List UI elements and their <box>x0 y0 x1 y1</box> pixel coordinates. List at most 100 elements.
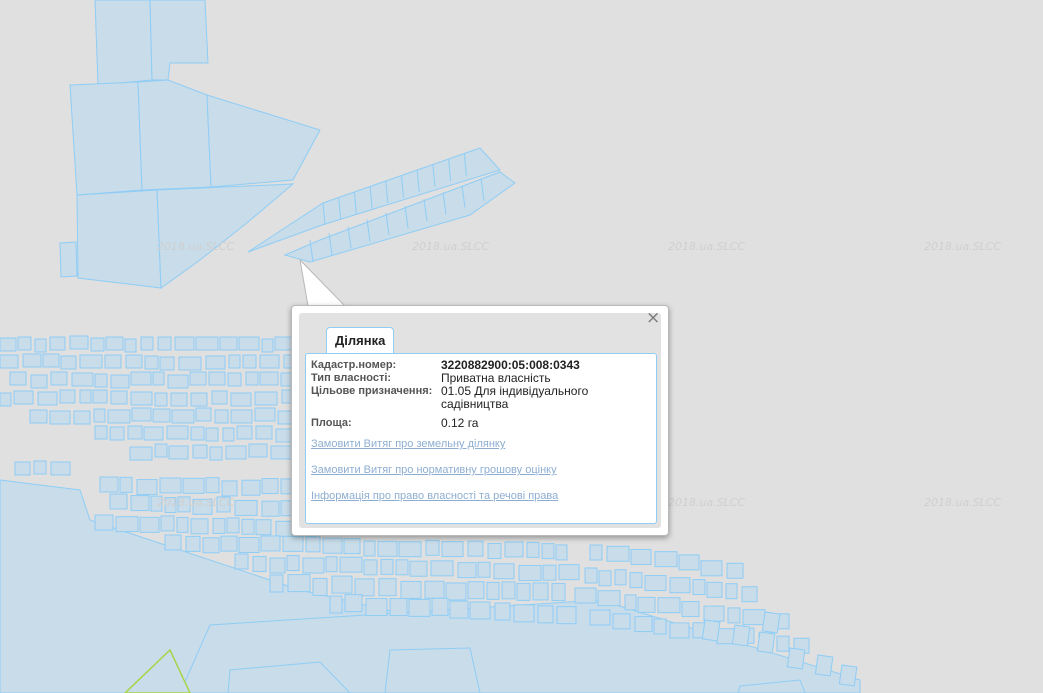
parcel[interactable] <box>305 536 321 553</box>
parcel[interactable] <box>159 477 182 494</box>
parcel[interactable] <box>629 572 643 589</box>
parcel[interactable] <box>182 477 205 494</box>
parcel[interactable] <box>0 337 17 352</box>
parcel[interactable] <box>238 336 260 351</box>
parcel[interactable] <box>614 569 627 586</box>
parcel[interactable] <box>282 535 304 552</box>
parcel[interactable] <box>584 567 598 584</box>
tab-parcel[interactable]: Ділянка <box>326 327 395 353</box>
parcel[interactable] <box>395 559 409 576</box>
parcel[interactable] <box>389 598 408 617</box>
parcel[interactable] <box>230 409 253 424</box>
parcel[interactable] <box>312 577 328 596</box>
parcel[interactable] <box>69 81 143 196</box>
parcel[interactable] <box>164 534 182 551</box>
parcel[interactable] <box>13 390 34 405</box>
parcel[interactable] <box>486 581 500 600</box>
parcel[interactable] <box>501 581 516 600</box>
parcel[interactable] <box>477 561 491 578</box>
parcel[interactable] <box>90 337 105 352</box>
parcel[interactable] <box>230 392 252 407</box>
parcel[interactable] <box>79 389 92 404</box>
parcel[interactable] <box>149 0 209 81</box>
parcel[interactable] <box>69 335 89 350</box>
parcel[interactable] <box>139 516 160 533</box>
parcel[interactable] <box>692 579 706 596</box>
parcel[interactable] <box>252 556 267 573</box>
parcel[interactable] <box>154 443 168 458</box>
parcel[interactable] <box>275 520 293 537</box>
parcel[interactable] <box>541 543 555 560</box>
parcel[interactable] <box>259 354 280 369</box>
parcel[interactable] <box>205 427 219 442</box>
parcel[interactable] <box>157 336 172 351</box>
parcel[interactable] <box>378 578 397 597</box>
parcel[interactable] <box>205 355 226 370</box>
parcel[interactable] <box>365 598 388 617</box>
parcel[interactable] <box>190 518 209 535</box>
parcel[interactable] <box>331 575 353 594</box>
parcel[interactable] <box>494 602 511 621</box>
parcel[interactable] <box>209 446 223 461</box>
parcel[interactable] <box>637 596 656 613</box>
parcel[interactable] <box>322 537 343 554</box>
parcel[interactable] <box>214 409 229 424</box>
parcel[interactable] <box>171 409 195 424</box>
parcel[interactable] <box>606 545 630 562</box>
parcel[interactable] <box>234 499 258 516</box>
parcel[interactable] <box>143 426 164 441</box>
parcel[interactable] <box>60 355 77 370</box>
parcel[interactable] <box>137 79 212 191</box>
parcel[interactable] <box>49 410 71 425</box>
parcel[interactable] <box>814 654 834 677</box>
parcel[interactable] <box>76 189 162 289</box>
parcel[interactable] <box>42 353 60 368</box>
parcel[interactable] <box>107 409 131 424</box>
parcel[interactable] <box>504 541 524 558</box>
parcel[interactable] <box>71 372 94 387</box>
parcel[interactable] <box>245 371 259 386</box>
parcel[interactable] <box>168 445 189 460</box>
parcel[interactable] <box>325 556 338 573</box>
parcel[interactable] <box>130 391 153 406</box>
parcel[interactable] <box>219 336 238 351</box>
parcel[interactable] <box>838 664 858 687</box>
parcel[interactable] <box>669 622 690 639</box>
parcel[interactable] <box>115 516 139 533</box>
parcel[interactable] <box>363 540 376 557</box>
parcel[interactable] <box>343 538 361 555</box>
parcel[interactable] <box>50 461 71 476</box>
parcel[interactable] <box>678 554 700 571</box>
parcel[interactable] <box>50 371 68 386</box>
parcel[interactable] <box>124 338 137 353</box>
parcel[interactable] <box>269 557 286 574</box>
parcel[interactable] <box>241 479 261 496</box>
parcel[interactable] <box>248 443 268 458</box>
parcel[interactable] <box>236 425 253 440</box>
parcel[interactable] <box>226 517 240 534</box>
parcel[interactable] <box>431 597 449 616</box>
parcel[interactable] <box>430 560 454 577</box>
parcel[interactable] <box>526 541 540 558</box>
parcel[interactable] <box>136 479 158 496</box>
parcel[interactable] <box>0 354 19 369</box>
parcel[interactable] <box>208 371 226 386</box>
parcel[interactable] <box>144 355 159 370</box>
parcel[interactable] <box>105 336 124 351</box>
parcel[interactable] <box>555 544 568 561</box>
parcel[interactable] <box>441 541 464 558</box>
parcel[interactable] <box>190 426 205 441</box>
parcel[interactable] <box>37 391 58 406</box>
parcel[interactable] <box>261 338 274 353</box>
parcel[interactable] <box>261 478 279 495</box>
parcel[interactable] <box>130 371 152 386</box>
parcel[interactable] <box>159 356 175 371</box>
parcel[interactable] <box>260 535 281 552</box>
parcel[interactable] <box>30 374 48 389</box>
parcel[interactable] <box>109 493 128 510</box>
parcel[interactable] <box>125 354 143 369</box>
parcel[interactable] <box>190 392 208 407</box>
parcel[interactable] <box>14 461 31 476</box>
parcel[interactable] <box>110 374 130 389</box>
parcel[interactable] <box>669 577 691 594</box>
